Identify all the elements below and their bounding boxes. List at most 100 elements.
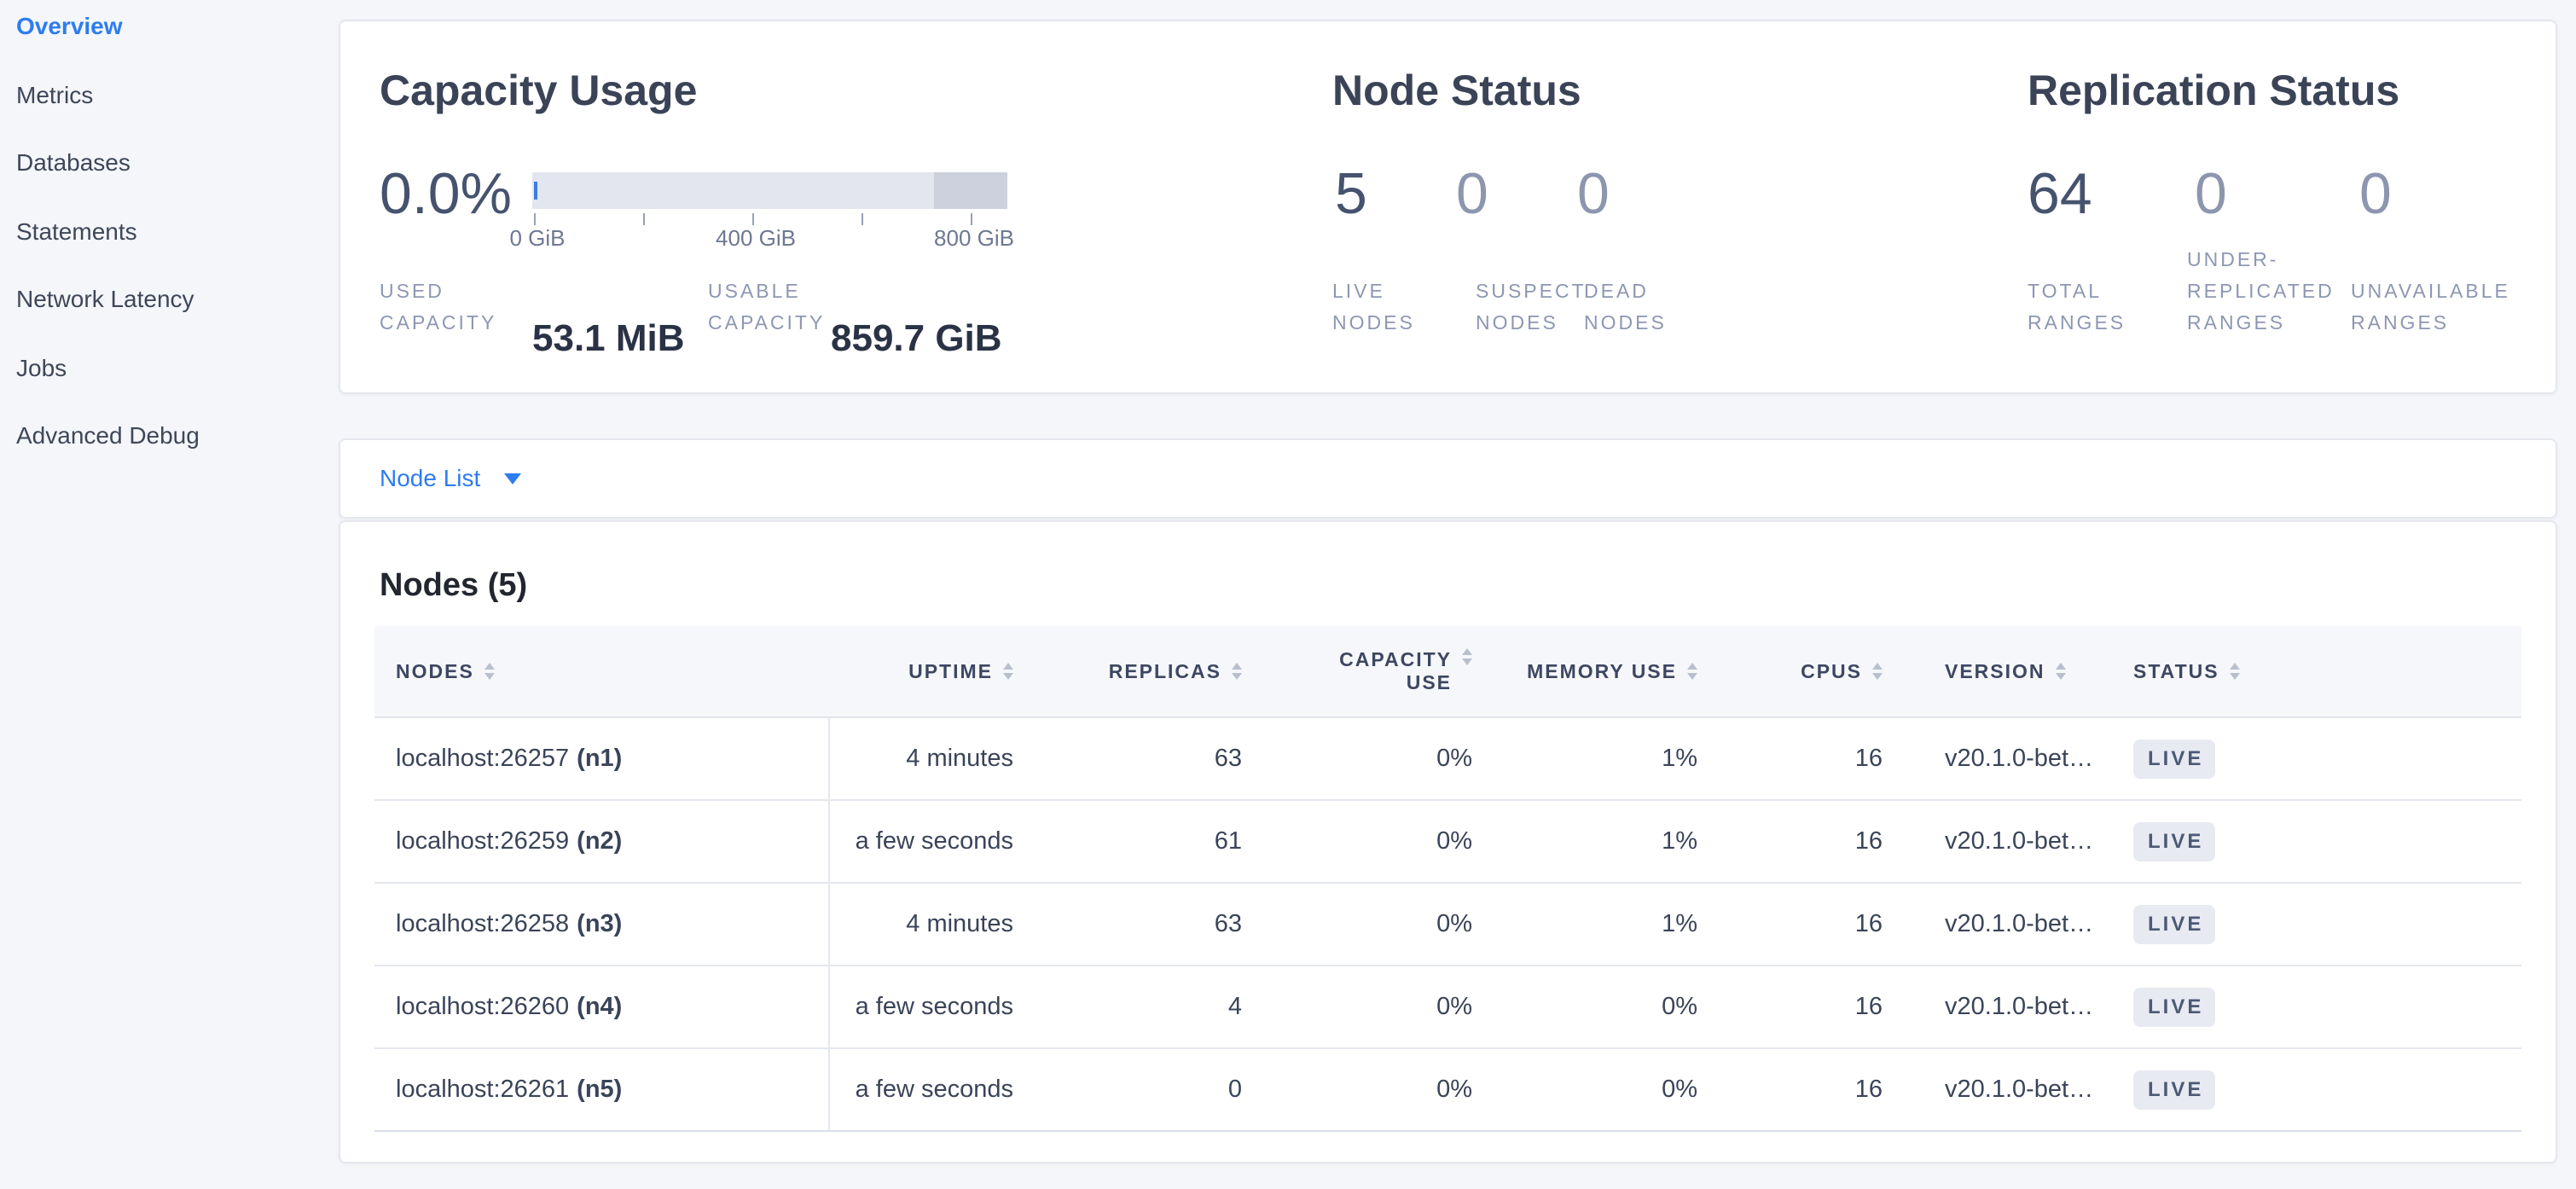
cpus-cell: 16	[1697, 801, 1883, 882]
column-header-replicas[interactable]: REPLICAS	[1013, 626, 1242, 716]
usable-capacity-label: USABLECAPACITY	[708, 276, 825, 339]
status-badge: LIVE	[2133, 1070, 2215, 1110]
unavailable-ranges-count: 0	[2359, 156, 2392, 231]
status-badge: LIVE	[2133, 740, 2215, 779]
sidebar-item-overview[interactable]: Overview	[16, 13, 123, 40]
sidebar-item-metrics[interactable]: Metrics	[16, 82, 93, 109]
version-cell: v20.1.0-bet…	[1883, 801, 2129, 882]
table-row[interactable]: localhost:26260(n4) a few seconds 4 0% 0…	[374, 966, 2521, 1049]
sort-arrows-icon	[1232, 663, 1242, 680]
nodes-table-title: Nodes (5)	[380, 566, 527, 605]
view-selector-card: Node List	[339, 438, 2557, 519]
sort-arrows-icon	[2056, 663, 2066, 680]
cluster-overview-page: Overview Metrics Databases Statements Ne…	[0, 0, 2576, 1189]
capacity-gauge	[532, 172, 1007, 209]
replicas-cell: 0	[1013, 1049, 1242, 1130]
node-status-title: Node Status	[1332, 65, 1581, 116]
cpus-cell: 16	[1697, 966, 1883, 1047]
node-list-dropdown[interactable]: Node List	[380, 440, 521, 517]
memory-use-cell: 1%	[1472, 801, 1697, 882]
sidebar-item-statements[interactable]: Statements	[16, 218, 137, 246]
sort-arrows-icon	[484, 663, 495, 680]
live-nodes-count: 5	[1335, 156, 1367, 231]
axis-tick	[862, 213, 863, 225]
status-cell: LIVE	[2129, 718, 2521, 799]
usable-capacity-value: 859.7 GiB	[831, 316, 1002, 362]
table-row[interactable]: localhost:26261(n5) a few seconds 0 0% 0…	[374, 1049, 2521, 1132]
total-ranges-count: 64	[2028, 156, 2092, 231]
node-address-cell: localhost:26261(n5)	[374, 1049, 830, 1130]
suspect-nodes-label: SUSPECTNODES	[1476, 276, 1587, 339]
version-cell: v20.1.0-bet…	[1883, 966, 2129, 1047]
memory-use-cell: 0%	[1472, 966, 1697, 1047]
capacity-use-cell: 0%	[1242, 718, 1472, 799]
capacity-gauge-used-marker	[534, 182, 537, 200]
column-header-status[interactable]: STATUS	[2129, 626, 2521, 716]
axis-tick	[752, 213, 754, 225]
nodes-table: NODES UPTIME REPLICAS CAPACITY USE	[374, 626, 2521, 1132]
table-row[interactable]: localhost:26257(n1) 4 minutes 63 0% 1% 1…	[374, 718, 2521, 801]
sidebar: Overview Metrics Databases Statements Ne…	[0, 0, 339, 1189]
version-cell: v20.1.0-bet…	[1883, 884, 2129, 965]
status-cell: LIVE	[2129, 801, 2521, 882]
dead-nodes-count: 0	[1577, 156, 1610, 231]
capacity-use-cell: 0%	[1242, 801, 1472, 882]
axis-tick	[971, 213, 972, 225]
axis-label-0gib: 0 GiB	[509, 225, 565, 251]
uptime-cell: a few seconds	[830, 801, 1013, 882]
column-header-cpus[interactable]: CPUS	[1697, 626, 1883, 716]
used-capacity-label: USEDCAPACITY	[380, 276, 496, 339]
nodes-table-card: Nodes (5) NODES UPTIME REPLICAS	[339, 520, 2557, 1163]
version-cell: v20.1.0-bet…	[1883, 718, 2129, 799]
capacity-used-percent: 0.0%	[380, 156, 512, 231]
status-cell: LIVE	[2129, 884, 2521, 965]
sidebar-item-databases[interactable]: Databases	[16, 149, 131, 177]
node-list-dropdown-label: Node List	[380, 465, 480, 492]
column-header-memory-use[interactable]: MEMORY USE	[1472, 626, 1697, 716]
under-replicated-ranges-count: 0	[2195, 156, 2227, 231]
dead-nodes-label: DEADNODES	[1584, 276, 1667, 339]
node-address-cell: localhost:26259(n2)	[374, 801, 830, 882]
caret-down-icon	[504, 473, 521, 484]
status-badge: LIVE	[2133, 905, 2215, 944]
used-capacity-value: 53.1 MiB	[532, 316, 685, 362]
column-header-capacity-use[interactable]: CAPACITY USE	[1242, 626, 1472, 716]
table-row[interactable]: localhost:26259(n2) a few seconds 61 0% …	[374, 801, 2521, 884]
unavailable-ranges-label: UNAVAILABLERANGES	[2351, 276, 2510, 339]
sidebar-item-jobs[interactable]: Jobs	[16, 355, 67, 382]
sort-arrows-icon	[1003, 663, 1013, 680]
axis-label-400gib: 400 GiB	[716, 225, 796, 251]
table-header-row: NODES UPTIME REPLICAS CAPACITY USE	[374, 626, 2521, 718]
capacity-use-cell: 0%	[1242, 1049, 1472, 1130]
node-address-cell: localhost:26257(n1)	[374, 718, 830, 799]
capacity-usage-title: Capacity Usage	[380, 65, 697, 116]
cluster-summary-card: Capacity Usage 0.0% 0 GiB 400 GiB 800 Gi…	[339, 20, 2557, 394]
status-cell: LIVE	[2129, 966, 2521, 1047]
replication-status-title: Replication Status	[2028, 65, 2399, 116]
column-header-nodes[interactable]: NODES	[374, 626, 830, 716]
total-ranges-label: TOTALRANGES	[2028, 276, 2126, 339]
table-row[interactable]: localhost:26258(n3) 4 minutes 63 0% 1% 1…	[374, 884, 2521, 966]
suspect-nodes-count: 0	[1456, 156, 1488, 231]
sort-arrows-icon	[1872, 663, 1883, 680]
cpus-cell: 16	[1697, 1049, 1883, 1130]
replicas-cell: 4	[1013, 966, 1242, 1047]
memory-use-cell: 1%	[1472, 718, 1697, 799]
capacity-gauge-other-segment	[934, 172, 1007, 209]
under-replicated-ranges-label: UNDER-REPLICATEDRANGES	[2187, 244, 2335, 339]
sort-arrows-icon	[1687, 663, 1697, 680]
capacity-use-cell: 0%	[1242, 884, 1472, 965]
axis-label-800gib: 800 GiB	[934, 225, 1014, 251]
status-cell: LIVE	[2129, 1049, 2521, 1130]
cpus-cell: 16	[1697, 718, 1883, 799]
column-header-uptime[interactable]: UPTIME	[830, 626, 1013, 716]
memory-use-cell: 1%	[1472, 884, 1697, 965]
uptime-cell: 4 minutes	[830, 884, 1013, 965]
uptime-cell: a few seconds	[830, 1049, 1013, 1130]
column-header-version[interactable]: VERSION	[1883, 626, 2129, 716]
sidebar-item-advanced-debug[interactable]: Advanced Debug	[16, 422, 200, 450]
memory-use-cell: 0%	[1472, 1049, 1697, 1130]
capacity-use-cell: 0%	[1242, 966, 1472, 1047]
cpus-cell: 16	[1697, 884, 1883, 965]
sidebar-item-network-latency[interactable]: Network Latency	[16, 286, 194, 313]
